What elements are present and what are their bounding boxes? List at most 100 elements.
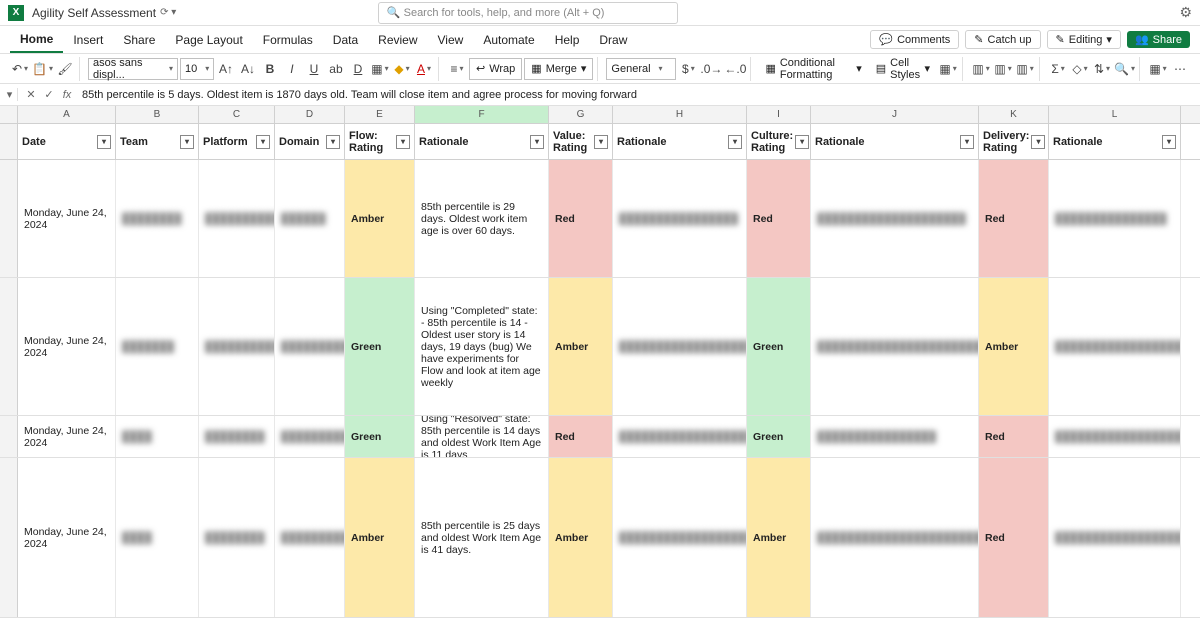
underline-button[interactable]: U	[304, 59, 324, 79]
workbook-title[interactable]: Agility Self Assessment	[32, 6, 156, 20]
more-button[interactable]: ⋯	[1170, 59, 1190, 79]
cell[interactable]: Using "Resolved" state: 85th percentile …	[415, 416, 549, 457]
fill-color-button[interactable]: ◆	[392, 59, 412, 79]
cell[interactable]: ██████████████████████	[1049, 416, 1181, 457]
cell[interactable]: ███████████████	[1049, 160, 1181, 277]
bold-button[interactable]: B	[260, 59, 280, 79]
conditional-formatting-button[interactable]: ▦Conditional Formatting ▾	[759, 58, 867, 80]
strikethrough-button[interactable]: ab	[326, 59, 346, 79]
cell[interactable]: Monday, June 24, 2024	[18, 416, 116, 457]
cell[interactable]: ██████	[275, 160, 345, 277]
merge-button[interactable]: ▦Merge ▾	[524, 58, 593, 80]
cell[interactable]: ████████	[199, 458, 275, 617]
settings-icon[interactable]: ⚙	[1179, 4, 1192, 21]
number-format-select[interactable]: General	[606, 58, 676, 80]
filter-date[interactable]: Date▾	[18, 124, 116, 159]
tab-data[interactable]: Data	[323, 26, 368, 53]
cell[interactable]: ████████	[199, 416, 275, 457]
filter-dropdown-icon[interactable]: ▾	[960, 135, 974, 149]
cell[interactable]: Green	[747, 416, 811, 457]
cell[interactable]: █████████████	[199, 278, 275, 415]
filter-dropdown-icon[interactable]: ▾	[1162, 135, 1176, 149]
cell[interactable]: Amber	[345, 458, 415, 617]
cell[interactable]: Red	[979, 458, 1049, 617]
cell[interactable]: ████████████████████████████	[811, 458, 979, 617]
cell[interactable]: ████████████████████████	[811, 278, 979, 415]
filter-dropdown-icon[interactable]: ▾	[326, 135, 340, 149]
clear-button[interactable]: ◇	[1070, 59, 1090, 79]
filter-value-rating[interactable]: Value: Rating▾	[549, 124, 613, 159]
autosave-icon[interactable]: ⟳ ▾	[160, 7, 176, 18]
addins-button[interactable]: ▦	[1148, 59, 1168, 79]
col-header-a[interactable]: A	[18, 106, 116, 123]
col-header-d[interactable]: D	[275, 106, 345, 123]
filter-dropdown-icon[interactable]: ▾	[396, 135, 410, 149]
filter-dropdown-icon[interactable]: ▾	[180, 135, 194, 149]
increase-decimal-button[interactable]: .0→	[700, 59, 722, 79]
cell[interactable]: ████████████████	[811, 416, 979, 457]
filter-delivery-rating[interactable]: Delivery: Rating▾	[979, 124, 1049, 159]
cell[interactable]: Amber	[979, 278, 1049, 415]
cell[interactable]: ████	[116, 416, 199, 457]
cell[interactable]: Green	[747, 278, 811, 415]
paste-button[interactable]: 📋	[32, 59, 53, 79]
formula-input[interactable]: 85th percentile is 5 days. Oldest item i…	[76, 89, 1194, 101]
tab-draw[interactable]: Draw	[589, 26, 637, 53]
cell[interactable]: ██████████████████████████████	[613, 458, 747, 617]
sort-filter-button[interactable]: ⇅	[1092, 59, 1112, 79]
tab-help[interactable]: Help	[545, 26, 590, 53]
format-cells-button[interactable]: ▥	[1015, 59, 1035, 79]
select-all-corner[interactable]	[0, 106, 18, 123]
font-size-select[interactable]: 10	[180, 58, 214, 80]
cell[interactable]: Red	[747, 160, 811, 277]
filter-flow-rating[interactable]: Flow: Rating▾	[345, 124, 415, 159]
cell[interactable]: Amber	[549, 278, 613, 415]
align-button[interactable]: ≡	[447, 59, 467, 79]
decrease-font-button[interactable]: A↓	[238, 59, 258, 79]
decrease-decimal-button[interactable]: ←.0	[724, 59, 746, 79]
cell[interactable]: Using "Completed" state: - 85th percenti…	[415, 278, 549, 415]
cell[interactable]: Red	[979, 416, 1049, 457]
col-header-i[interactable]: I	[747, 106, 811, 123]
fx-button[interactable]: fx	[58, 89, 76, 101]
cell[interactable]: Monday, June 24, 2024	[18, 458, 116, 617]
cell[interactable]: Monday, June 24, 2024	[18, 160, 116, 277]
filter-delivery-rationale[interactable]: Rationale▾	[1049, 124, 1181, 159]
filter-dropdown-icon[interactable]: ▾	[728, 135, 742, 149]
cell[interactable]: Amber	[549, 458, 613, 617]
delete-cells-button[interactable]: ▥	[993, 59, 1013, 79]
tab-automate[interactable]: Automate	[473, 26, 544, 53]
wrap-button[interactable]: ↩Wrap	[469, 58, 522, 80]
filter-flow-rationale[interactable]: Rationale▾	[415, 124, 549, 159]
cell[interactable]: Green	[345, 416, 415, 457]
autosum-button[interactable]: Σ	[1048, 59, 1068, 79]
cell[interactable]: Monday, June 24, 2024	[18, 278, 116, 415]
col-header-f[interactable]: F	[415, 106, 549, 123]
cell[interactable]: ████████████████████	[613, 416, 747, 457]
borders-button[interactable]: ▦	[370, 59, 390, 79]
cell[interactable]: ████████████████	[613, 160, 747, 277]
cell[interactable]: 85th percentile is 25 days and oldest Wo…	[415, 458, 549, 617]
cell[interactable]: ██████████████████████	[613, 278, 747, 415]
cell[interactable]: ██████████	[275, 278, 345, 415]
filter-value-rationale[interactable]: Rationale▾	[613, 124, 747, 159]
currency-button[interactable]: $	[678, 59, 698, 79]
comments-button[interactable]: 💬Comments	[870, 30, 959, 49]
font-color-button[interactable]: A	[414, 59, 434, 79]
tab-insert[interactable]: Insert	[63, 26, 113, 53]
filter-dropdown-icon[interactable]: ▾	[97, 135, 111, 149]
filter-dropdown-icon[interactable]: ▾	[795, 135, 809, 149]
cell[interactable]: 85th percentile is 29 days. Oldest work …	[415, 160, 549, 277]
filter-culture-rating[interactable]: Culture: Rating▾	[747, 124, 811, 159]
cell[interactable]: Green	[345, 278, 415, 415]
find-button[interactable]: 🔍	[1114, 59, 1135, 79]
tab-share[interactable]: Share	[113, 26, 165, 53]
cell[interactable]: ██████████	[275, 458, 345, 617]
undo-button[interactable]: ↶	[10, 59, 30, 79]
col-header-e[interactable]: E	[345, 106, 415, 123]
cancel-formula-button[interactable]: ✕	[22, 88, 40, 101]
cell[interactable]: ████████████████████████████	[1049, 458, 1181, 617]
col-header-c[interactable]: C	[199, 106, 275, 123]
col-header-h[interactable]: H	[613, 106, 747, 123]
cell[interactable]: Red	[549, 160, 613, 277]
